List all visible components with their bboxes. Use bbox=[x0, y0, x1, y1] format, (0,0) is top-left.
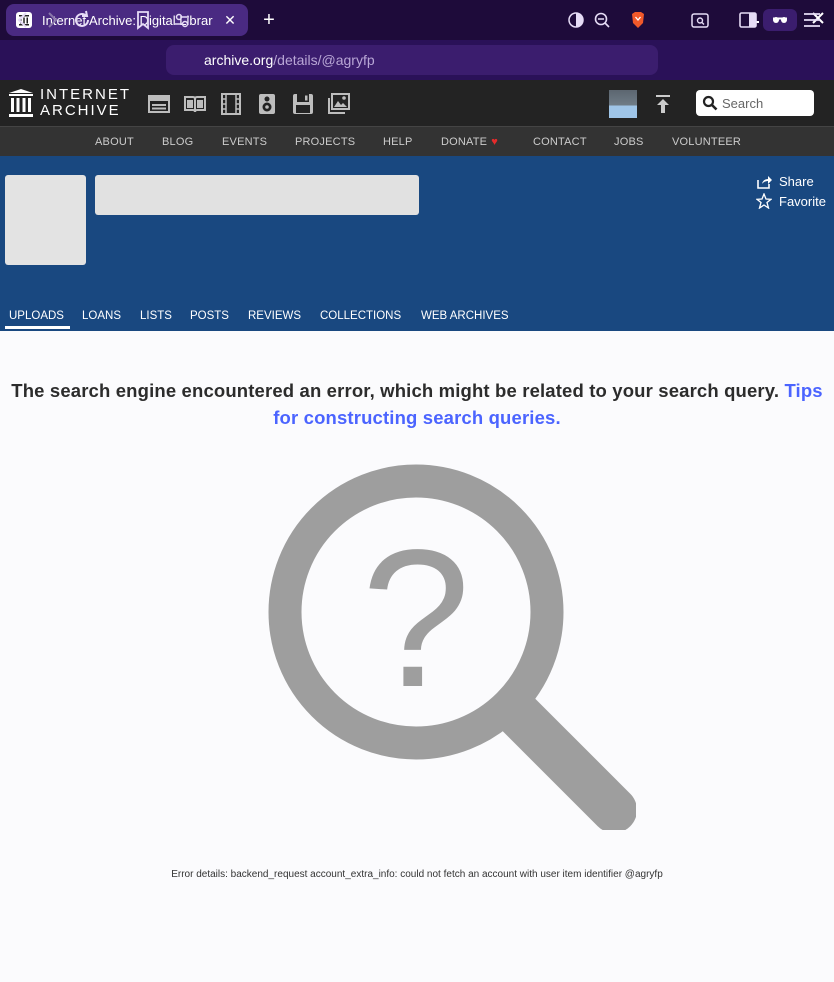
favorite-button[interactable]: Favorite bbox=[756, 193, 826, 209]
nav-about[interactable]: ABOUT bbox=[95, 136, 134, 148]
tab-collections[interactable]: COLLECTIONS bbox=[320, 310, 401, 322]
nav-events[interactable]: EVENTS bbox=[222, 136, 267, 148]
url-text[interactable]: archive.org/details/@agryfp bbox=[204, 52, 375, 68]
user-avatar-thumbnail[interactable] bbox=[609, 90, 637, 118]
ia-logo-text[interactable]: INTERNET ARCHIVE bbox=[40, 87, 131, 119]
share-button[interactable]: Share bbox=[756, 174, 814, 189]
video-icon[interactable] bbox=[219, 93, 243, 115]
tab-search-icon[interactable] bbox=[689, 9, 711, 31]
heart-icon: ♥ bbox=[491, 136, 498, 148]
logo-line-2: ARCHIVE bbox=[40, 102, 121, 119]
nav-help[interactable]: HELP bbox=[383, 136, 413, 148]
url-path: /details/@agryfp bbox=[273, 52, 375, 68]
search-error-message: The search engine encountered an error, … bbox=[0, 377, 834, 431]
web-icon[interactable] bbox=[147, 93, 171, 115]
nav-projects[interactable]: PROJECTS bbox=[295, 136, 355, 148]
nav-donate-label: DONATE bbox=[441, 136, 488, 148]
share-label: Share bbox=[779, 174, 814, 189]
ia-nav-bar: ABOUT BLOG EVENTS PROJECTS HELP DONATE ♥ … bbox=[0, 126, 834, 156]
new-tab-button[interactable]: + bbox=[258, 8, 280, 32]
bookmark-icon[interactable] bbox=[132, 9, 154, 31]
search-input[interactable] bbox=[722, 93, 810, 113]
tab-reviews[interactable]: REVIEWS bbox=[248, 310, 301, 322]
menu-icon[interactable] bbox=[801, 9, 823, 31]
images-icon[interactable] bbox=[327, 93, 351, 115]
error-details: Error details: backend_request account_e… bbox=[171, 869, 663, 880]
reload-icon[interactable] bbox=[71, 9, 93, 31]
sidebar-icon[interactable] bbox=[737, 9, 759, 31]
nav-blog[interactable]: BLOG bbox=[162, 136, 193, 148]
back-icon[interactable] bbox=[12, 9, 34, 31]
brave-shield-icon[interactable] bbox=[627, 9, 649, 31]
tab-lists[interactable]: LISTS bbox=[140, 310, 172, 322]
star-icon bbox=[756, 193, 772, 209]
upload-icon[interactable] bbox=[652, 93, 674, 115]
software-icon[interactable] bbox=[291, 93, 315, 115]
reader-mode-icon[interactable] bbox=[565, 9, 587, 31]
title-placeholder bbox=[95, 175, 419, 215]
forward-icon[interactable] bbox=[41, 9, 63, 31]
tab-web-archives[interactable]: WEB ARCHIVES bbox=[421, 310, 509, 322]
svg-text:?: ? bbox=[361, 509, 470, 728]
site-settings-icon[interactable] bbox=[171, 9, 193, 31]
question-magnifier-icon: ? bbox=[268, 464, 637, 833]
tab-posts[interactable]: POSTS bbox=[190, 310, 229, 322]
tab-uploads[interactable]: UPLOADS bbox=[9, 310, 64, 322]
nav-jobs[interactable]: JOBS bbox=[614, 136, 644, 148]
active-tab-indicator bbox=[5, 326, 70, 329]
error-text: The search engine encountered an error, … bbox=[11, 380, 785, 401]
logo-line-1: INTERNET bbox=[40, 86, 131, 103]
nav-contact[interactable]: CONTACT bbox=[533, 136, 587, 148]
audio-icon[interactable] bbox=[255, 93, 279, 115]
favorite-label: Favorite bbox=[779, 193, 826, 209]
ia-search-box[interactable] bbox=[696, 90, 814, 116]
tab-close-icon[interactable]: ✕ bbox=[222, 12, 238, 29]
texts-icon[interactable] bbox=[183, 93, 207, 115]
url-host: archive.org bbox=[204, 52, 274, 68]
nav-volunteer[interactable]: VOLUNTEER bbox=[672, 136, 741, 148]
internet-archive-logo-icon[interactable] bbox=[8, 88, 34, 118]
tab-loans[interactable]: LOANS bbox=[82, 310, 121, 322]
nav-donate[interactable]: DONATE ♥ bbox=[441, 136, 498, 148]
brave-talk-icon[interactable] bbox=[763, 9, 797, 31]
avatar-placeholder bbox=[5, 175, 86, 265]
share-icon bbox=[757, 175, 772, 189]
search-icon[interactable] bbox=[702, 95, 718, 111]
zoom-out-icon[interactable] bbox=[591, 9, 613, 31]
